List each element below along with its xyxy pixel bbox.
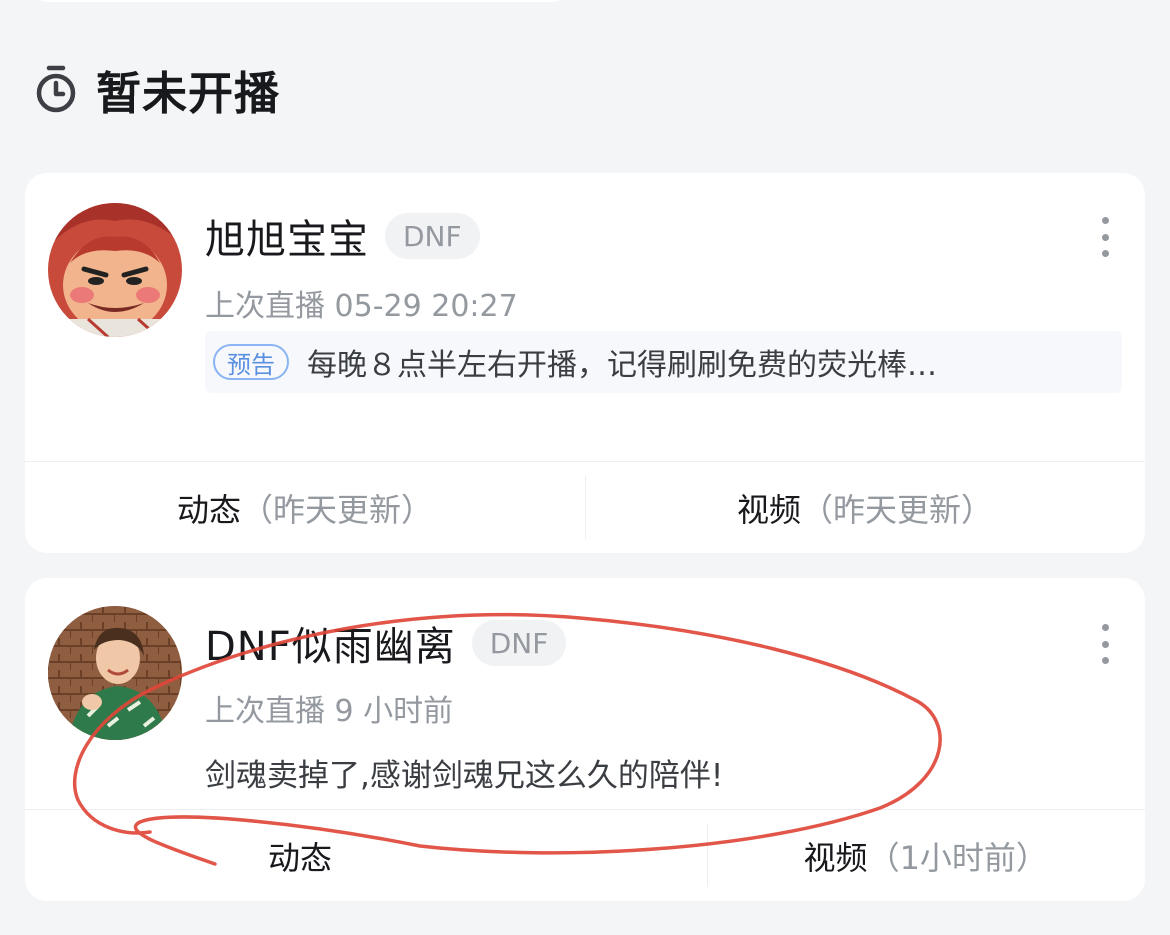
last-live-time: 上次直播 05-29 20:27 xyxy=(205,289,518,324)
section-title: 暂未开播 xyxy=(96,66,281,120)
section-header: 暂未开播 xyxy=(32,58,280,120)
category-tag: DNF xyxy=(471,620,567,666)
name-row: DNF似雨幽离 DNF xyxy=(205,614,567,672)
footer-label: 动态 xyxy=(176,490,241,529)
last-live-time: 上次直播 9 小时前 xyxy=(205,694,454,729)
footer-note: （昨天更新） xyxy=(801,490,994,529)
card-footer: 动态 （昨天更新） 视频 （昨天更新） xyxy=(25,461,1145,553)
timer-icon xyxy=(32,63,80,115)
previous-card-edge xyxy=(30,0,570,2)
footer-note: （昨天更新） xyxy=(241,490,434,529)
streamer-name[interactable]: 旭旭宝宝 xyxy=(205,207,369,265)
dynamics-button[interactable]: 动态 （昨天更新） xyxy=(25,462,585,553)
live-notice: 预告 每晚８点半左右开播，记得刷刷免费的荧光棒… xyxy=(205,331,1122,393)
streamer-name[interactable]: DNF似雨幽离 xyxy=(205,614,456,672)
notice-text: 每晚８点半左右开播，记得刷刷免费的荧光棒… xyxy=(307,348,937,383)
dynamics-button[interactable]: 动态 xyxy=(25,810,707,901)
footer-label: 视频 xyxy=(803,838,868,877)
streamer-card[interactable]: 旭旭宝宝 DNF 上次直播 05-29 20:27 预告 每晚８点半左右开播，记… xyxy=(25,173,1145,553)
notice-badge: 预告 xyxy=(213,344,289,380)
streamer-card[interactable]: DNF似雨幽离 DNF 上次直播 9 小时前 剑魂卖掉了,感谢剑魂兄这么久的陪伴… xyxy=(25,578,1145,901)
avatar[interactable] xyxy=(48,606,182,740)
footer-note: （1小时前） xyxy=(867,838,1048,877)
videos-button[interactable]: 视频 （1小时前） xyxy=(706,810,1146,901)
latest-post-text[interactable]: 剑魂卖掉了,感谢剑魂兄这么久的陪伴! xyxy=(205,750,723,795)
name-row: 旭旭宝宝 DNF xyxy=(205,209,480,263)
more-options-icon[interactable] xyxy=(1099,624,1111,664)
avatar[interactable] xyxy=(48,203,182,337)
footer-label: 视频 xyxy=(736,490,801,529)
card-footer: 动态 视频 （1小时前） xyxy=(25,809,1145,901)
videos-button[interactable]: 视频 （昨天更新） xyxy=(585,462,1145,553)
more-options-icon[interactable] xyxy=(1099,217,1111,257)
footer-label: 动态 xyxy=(268,838,333,877)
category-tag: DNF xyxy=(385,213,480,259)
